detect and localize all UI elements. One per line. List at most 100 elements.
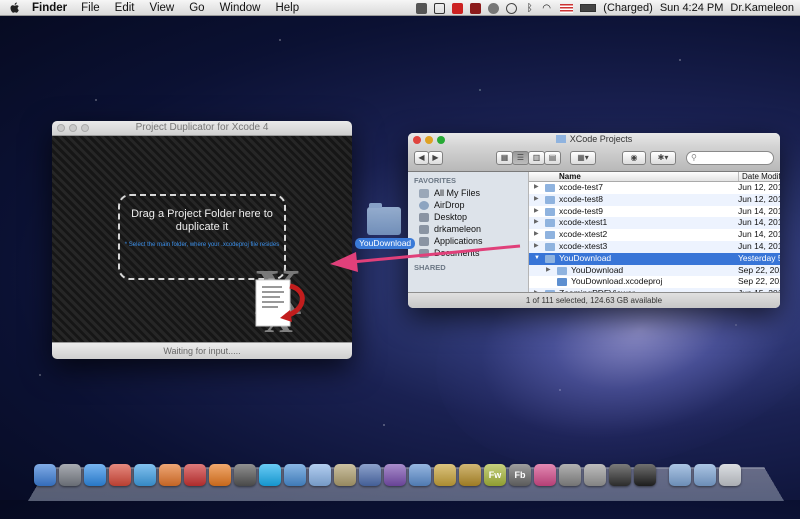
dock-app-store-icon[interactable] xyxy=(84,464,106,486)
disclosure-closed-icon[interactable]: ▶ xyxy=(534,217,539,229)
apple-menu-icon[interactable] xyxy=(8,1,22,15)
dock-pink-app-icon[interactable] xyxy=(534,464,556,486)
dock-fireworks-icon[interactable]: Fw xyxy=(484,464,506,486)
dock-purple-app-icon[interactable] xyxy=(384,464,406,486)
dock-network-app-icon[interactable] xyxy=(284,464,306,486)
flag-us-icon[interactable] xyxy=(560,4,573,13)
dock-flash-builder-icon[interactable]: Fb xyxy=(509,464,531,486)
disclosure-closed-icon[interactable]: ▶ xyxy=(534,182,539,194)
bluetooth-icon[interactable]: ᛒ xyxy=(524,3,535,14)
file-row[interactable]: ▶ YouDownload Sep 22, 201 xyxy=(529,265,780,277)
status-timemachine-icon[interactable] xyxy=(506,3,517,14)
back-button[interactable]: ◀ xyxy=(414,151,429,165)
disclosure-closed-icon[interactable]: ▶ xyxy=(534,241,539,253)
user-name[interactable]: Dr.Kameleon xyxy=(730,2,794,14)
sidebar-item-desktop[interactable]: Desktop xyxy=(408,211,528,223)
dock-trash-icon[interactable] xyxy=(719,464,741,486)
dock-firefox-icon[interactable] xyxy=(159,464,181,486)
status-record-icon[interactable] xyxy=(452,3,463,14)
dock-xampp-icon[interactable] xyxy=(209,464,231,486)
file-row[interactable]: ▼ YouDownload Yesterday 5 xyxy=(529,253,780,265)
dock-preferences-icon[interactable] xyxy=(584,464,606,486)
cover-flow-button[interactable]: ▤ xyxy=(544,151,561,165)
menu-app-name[interactable]: Finder xyxy=(32,2,67,14)
sidebar-item-home[interactable]: drkameleon xyxy=(408,223,528,235)
battery-status-text[interactable]: (Charged) xyxy=(603,2,653,14)
menu-edit[interactable]: Edit xyxy=(115,2,135,14)
arrange-button[interactable]: ▦▾ xyxy=(570,151,596,165)
disclosure-closed-icon[interactable]: ▶ xyxy=(534,206,539,218)
file-date: Jun 14, 201 xyxy=(738,206,780,218)
folder-icon xyxy=(556,135,566,143)
drop-area[interactable]: Drag a Project Folder here to duplicate … xyxy=(52,136,352,343)
clock[interactable]: Sun 4:24 PM xyxy=(660,2,724,14)
menu-view[interactable]: View xyxy=(150,2,175,14)
file-row[interactable]: ▶ xcode-test7 Jun 12, 201 xyxy=(529,182,780,194)
dock-skype-icon[interactable] xyxy=(259,464,281,486)
file-row[interactable]: ▶ xcode-xtest3 Jun 14, 201 xyxy=(529,241,780,253)
disclosure-open-icon[interactable]: ▼ xyxy=(534,253,540,265)
dock-folder-2-icon[interactable] xyxy=(694,464,716,486)
action-button[interactable]: ✱▾ xyxy=(650,151,676,165)
dock-safari-icon[interactable] xyxy=(134,464,156,486)
column-view-button[interactable]: ▥ xyxy=(528,151,545,165)
dock-cube-app-icon[interactable] xyxy=(309,464,331,486)
folder-icon xyxy=(545,231,555,239)
icon-view-button[interactable]: ▦ xyxy=(496,151,513,165)
file-row[interactable]: YouDownload.xcodeproj Sep 22, 201 xyxy=(529,276,780,288)
search-field[interactable]: ⚲ xyxy=(686,151,774,165)
status-tools-icon[interactable] xyxy=(488,3,499,14)
zoom-button[interactable] xyxy=(437,136,445,144)
file-row[interactable]: ▶ xcode-test8 Jun 12, 201 xyxy=(529,194,780,206)
status-flag-icon[interactable] xyxy=(470,3,481,14)
close-button[interactable] xyxy=(413,136,421,144)
dock-box-app-icon[interactable] xyxy=(334,464,356,486)
battery-icon[interactable] xyxy=(580,4,596,12)
column-header-name[interactable]: Name xyxy=(559,172,581,181)
file-row[interactable]: ▶ xcode-xtest1 Jun 14, 201 xyxy=(529,217,780,229)
dock-terminal-icon[interactable] xyxy=(634,464,656,486)
forward-button[interactable]: ▶ xyxy=(428,151,443,165)
close-button[interactable] xyxy=(57,124,65,132)
disclosure-closed-icon[interactable]: ▶ xyxy=(546,265,551,277)
zoom-button[interactable] xyxy=(81,124,89,132)
dock-xcode-icon[interactable] xyxy=(409,464,431,486)
dock-chrome-icon[interactable] xyxy=(109,464,131,486)
dock-terminal-x-icon[interactable] xyxy=(234,464,256,486)
file-row[interactable]: ▶ xcode-test9 Jun 14, 201 xyxy=(529,206,780,218)
sidebar-item-all-my-files[interactable]: All My Files xyxy=(408,187,528,199)
dock-globe-app-icon[interactable] xyxy=(359,464,381,486)
minimize-button[interactable] xyxy=(69,124,77,132)
status-cloud-icon[interactable] xyxy=(434,3,445,14)
file-name: YouDownload xyxy=(559,253,611,265)
dock-mail-app-icon[interactable] xyxy=(184,464,206,486)
dock-pencil-app-icon[interactable] xyxy=(434,464,456,486)
finder-titlebar[interactable]: XCode Projects xyxy=(408,133,780,146)
sidebar-item-documents[interactable]: Documents xyxy=(408,247,528,259)
dock-icons: Fw Fb xyxy=(34,464,741,494)
wifi-icon[interactable]: ◠ xyxy=(542,3,553,14)
menu-window[interactable]: Window xyxy=(220,2,261,14)
disclosure-closed-icon[interactable]: ▶ xyxy=(534,229,539,241)
dock-finder-icon[interactable] xyxy=(34,464,56,486)
sidebar-item-label: All My Files xyxy=(434,187,480,199)
dock-folder-1-icon[interactable] xyxy=(669,464,691,486)
dock-launchpad-icon[interactable] xyxy=(59,464,81,486)
minimize-button[interactable] xyxy=(425,136,433,144)
disclosure-closed-icon[interactable]: ▶ xyxy=(534,194,539,206)
menu-go[interactable]: Go xyxy=(189,2,204,14)
quick-look-button[interactable]: ◉ xyxy=(622,151,646,165)
menu-help[interactable]: Help xyxy=(275,2,299,14)
documents-icon xyxy=(419,249,429,258)
dock-flash-app-icon[interactable] xyxy=(459,464,481,486)
menu-file[interactable]: File xyxy=(81,2,100,14)
sidebar-item-airdrop[interactable]: AirDrop xyxy=(408,199,528,211)
column-header-date[interactable]: Date Modifi xyxy=(738,172,780,181)
dock-keyboard-app-icon[interactable] xyxy=(559,464,581,486)
sidebar-item-applications[interactable]: Applications xyxy=(408,235,528,247)
list-view-button[interactable]: ☰ xyxy=(512,151,529,165)
dock-activity-monitor-icon[interactable] xyxy=(609,464,631,486)
file-row[interactable]: ▶ xcode-xtest2 Jun 14, 201 xyxy=(529,229,780,241)
project-duplicator-titlebar[interactable]: Project Duplicator for Xcode 4 xyxy=(52,121,352,136)
status-app-icon[interactable] xyxy=(416,3,427,14)
